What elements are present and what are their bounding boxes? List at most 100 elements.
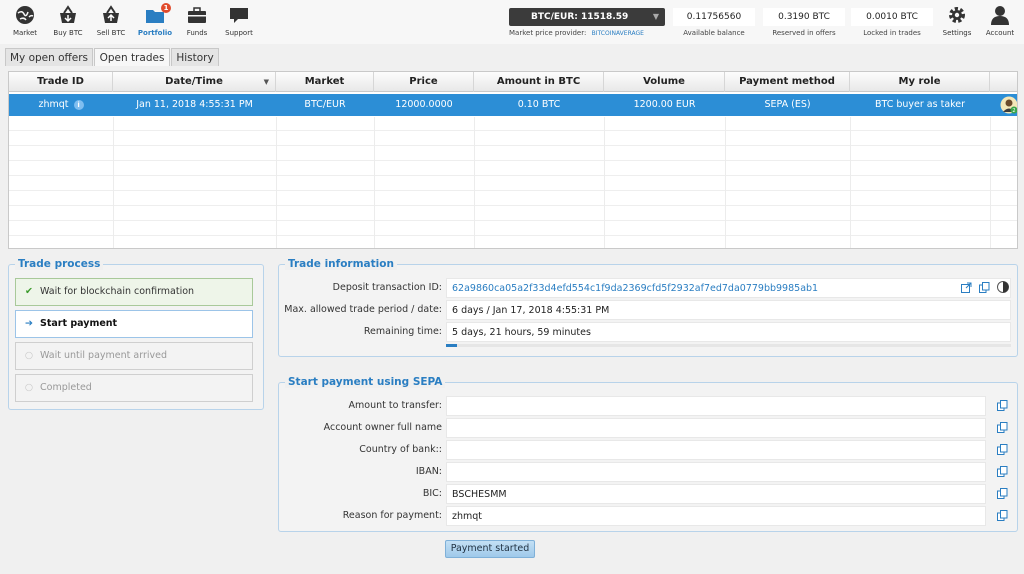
step-wait-payment-label: Wait until payment arrived (40, 350, 167, 361)
empty-row (9, 222, 1017, 236)
nav-support[interactable]: Support (219, 4, 259, 37)
nav-account-label: Account (985, 29, 1015, 37)
remaining-label: Remaining time: (363, 326, 442, 337)
price-cell: 12000.0000 (395, 99, 453, 110)
info-icon[interactable]: i (73, 99, 84, 110)
iban-field[interactable] (446, 462, 986, 482)
nav-portfolio[interactable]: 1 Portfolio (135, 3, 175, 37)
deposit-tx-field[interactable]: 62a9860ca05a2f33d4efd554c1f9da2369cfd5f2… (446, 278, 1011, 298)
step-wait-blockchain-label: Wait for blockchain confirmation (40, 286, 195, 297)
volume-cell: 1200.00 EUR (633, 99, 696, 110)
col-amount[interactable]: Amount in BTC (474, 72, 604, 92)
step-completed[interactable]: ○ Completed (15, 374, 253, 402)
step-wait-blockchain[interactable]: ✔ Wait for blockchain confirmation (15, 278, 253, 306)
top-navigation-bar: Market Buy BTC Sell BTC 1 Portfolio Fund… (0, 0, 1024, 44)
payment-started-button[interactable]: Payment started (445, 540, 535, 558)
payment-method-cell: SEPA (ES) (764, 99, 811, 110)
confirmations-icon (997, 281, 1009, 293)
market-price-selector[interactable]: BTC/EUR: 11518.59 ▼ (509, 8, 665, 26)
remaining-field: 5 days, 21 hours, 59 minutes (446, 322, 1011, 342)
nav-buy-btc[interactable]: Buy BTC (48, 4, 88, 37)
nav-sell-btc-label: Sell BTC (96, 29, 126, 37)
trade-process-panel: Trade process ✔ Wait for blockchain conf… (8, 258, 264, 410)
col-market[interactable]: Market (276, 72, 374, 92)
open-trades-table: Trade ID Date/Time ▼ Market Price Amount … (8, 71, 1018, 249)
table-header: Trade ID Date/Time ▼ Market Price Amount … (9, 72, 1017, 92)
peer-avatar-icon[interactable]: 2 (1000, 96, 1018, 114)
copy-icon[interactable] (997, 510, 1008, 521)
column-divider (604, 117, 605, 248)
chevron-down-icon: ▼ (652, 12, 659, 21)
available-balance-value: 0.11756560 (673, 8, 755, 26)
deposit-row: Deposit transaction ID: (279, 278, 442, 298)
available-balance-label: Available balance (683, 29, 745, 37)
sell-icon (103, 5, 119, 23)
reason-field[interactable]: zhmqt (446, 506, 986, 526)
col-date-time[interactable]: Date/Time ▼ (113, 72, 276, 92)
bic-row: BIC: (279, 484, 442, 504)
bic-label: BIC: (422, 488, 442, 499)
empty-row (9, 147, 1017, 161)
tab-my-open-offers[interactable]: My open offers (5, 48, 93, 66)
table-row[interactable]: zhmqt i Jan 11, 2018 4:55:31 PM BTC/EUR 1… (9, 94, 1018, 116)
remaining-progress-track (446, 344, 1011, 347)
owner-field[interactable] (446, 418, 986, 438)
nav-funds-label: Funds (186, 29, 208, 37)
copy-icon[interactable] (997, 488, 1008, 499)
reason-label: Reason for payment: (342, 510, 442, 521)
start-payment-panel: Start payment using SEPA Amount to trans… (278, 376, 1018, 532)
checkmark-icon: ✔ (25, 286, 33, 297)
period-field: 6 days / Jan 17, 2018 4:55:31 PM (446, 300, 1011, 320)
locked-balance-value: 0.0010 BTC (851, 8, 933, 26)
user-icon (991, 6, 1009, 25)
step-start-payment[interactable]: ➔ Start payment (15, 310, 253, 338)
deposit-label: Deposit transaction ID: (332, 282, 442, 293)
country-field[interactable] (446, 440, 986, 460)
step-start-payment-label: Start payment (40, 318, 118, 329)
nav-funds[interactable]: Funds (177, 4, 217, 37)
provider-logo[interactable]: BITCOINAVERAGE (592, 30, 644, 37)
tab-open-trades[interactable]: Open trades (94, 48, 170, 66)
empty-row (9, 132, 1017, 146)
remaining-progress-fill (446, 344, 458, 347)
copy-icon[interactable] (997, 466, 1008, 477)
trade-information-title: Trade information (285, 258, 397, 270)
copy-icon[interactable] (997, 422, 1008, 433)
market-price-label: BTC/EUR: 11518.59 (531, 12, 629, 22)
nav-account[interactable]: Account (980, 4, 1020, 37)
copy-icon[interactable] (979, 282, 990, 293)
trade-id-cell: zhmqt i (9, 94, 113, 116)
tab-history[interactable]: History (171, 48, 219, 66)
empty-row (9, 207, 1017, 221)
empty-row (9, 162, 1017, 176)
col-my-role[interactable]: My role (850, 72, 990, 92)
nav-market[interactable]: Market (5, 4, 45, 37)
external-link-icon[interactable] (961, 282, 972, 293)
col-price[interactable]: Price (374, 72, 474, 92)
copy-icon[interactable] (997, 444, 1008, 455)
empty-row (9, 177, 1017, 191)
col-payment-method[interactable]: Payment method (725, 72, 850, 92)
reserved-balance-value: 0.3190 BTC (763, 8, 845, 26)
column-divider (276, 117, 277, 248)
nav-sell-btc[interactable]: Sell BTC (91, 4, 131, 37)
amount-row: Amount to transfer: (279, 396, 442, 416)
bic-field[interactable]: BSCHESMM (446, 484, 986, 504)
start-payment-title: Start payment using SEPA (285, 376, 446, 388)
nav-settings[interactable]: Settings (937, 4, 977, 37)
copy-icon[interactable] (997, 400, 1008, 411)
col-trade-id[interactable]: Trade ID (9, 72, 113, 92)
chat-icon (230, 8, 248, 23)
gear-icon (949, 7, 965, 23)
nav-portfolio-label: Portfolio (137, 29, 173, 37)
remaining-row: Remaining time: (279, 322, 442, 342)
country-label: Country of bank:: (359, 444, 442, 455)
market-cell: BTC/EUR (304, 99, 346, 110)
trade-process-title: Trade process (15, 258, 104, 270)
empty-row (9, 117, 1017, 131)
amount-field[interactable] (446, 396, 986, 416)
date-cell: Jan 11, 2018 4:55:31 PM (136, 99, 253, 110)
circle-icon: ○ (24, 382, 34, 393)
col-volume[interactable]: Volume (604, 72, 725, 92)
step-wait-payment[interactable]: ○ Wait until payment arrived (15, 342, 253, 370)
